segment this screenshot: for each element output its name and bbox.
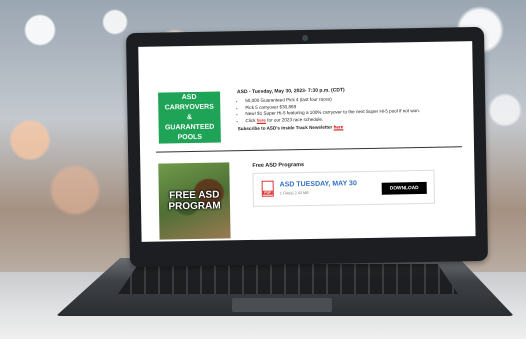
carryovers-badge[interactable]: ASD CARRYOVERS & GUARANTEED POOLS [158,91,221,144]
news-heading: ASD - Tuesday, May 30, 2023- 7:30 p.m. (… [236,87,345,96]
webcam-icon [302,34,309,42]
web-page: ASD CARRYOVERS & GUARANTEED POOLS ASD - … [138,41,476,242]
subscribe-line: Subscribe to ASD's Inside Track Newslett… [238,122,462,132]
programs-title: Free ASD Programs [252,162,305,169]
laptop-lid: ASD CARRYOVERS & GUARANTEED POOLS ASD - … [125,26,489,268]
subscribe-text: Subscribe to ASD's Inside Track Newslett… [237,124,333,132]
download-button[interactable]: DOWNLOAD [381,181,427,195]
free-program-image[interactable]: FREE ASD PROGRAM [158,162,231,240]
news-item-suffix: for our 2023 race schedule. [267,116,324,123]
schedule-link[interactable]: here [257,117,266,122]
program-meta: 1 File(s) 2.43 MB [279,190,309,196]
section-divider [156,146,463,153]
news-block: ASD - Tuesday, May 30, 2023- 7:30 p.m. (… [237,85,462,132]
pdf-file-icon [261,180,274,197]
program-link[interactable]: ASD TUESDAY, MAY 30 [280,180,357,188]
news-item-prefix: Click [245,117,256,123]
laptop-keyboard [118,264,458,294]
subscribe-link[interactable]: here [334,124,344,129]
news-list: 50,000 Guaranteed Pick 4 (last four race… [237,95,461,125]
carryovers-badge-text: ASD CARRYOVERS & GUARANTEED POOLS [164,93,215,141]
program-card: ASD TUESDAY, MAY 30 1 File(s) 2.43 MB DO… [252,169,436,207]
free-program-image-text: FREE ASD PROGRAM [168,189,221,213]
laptop-touchpad [232,298,332,312]
